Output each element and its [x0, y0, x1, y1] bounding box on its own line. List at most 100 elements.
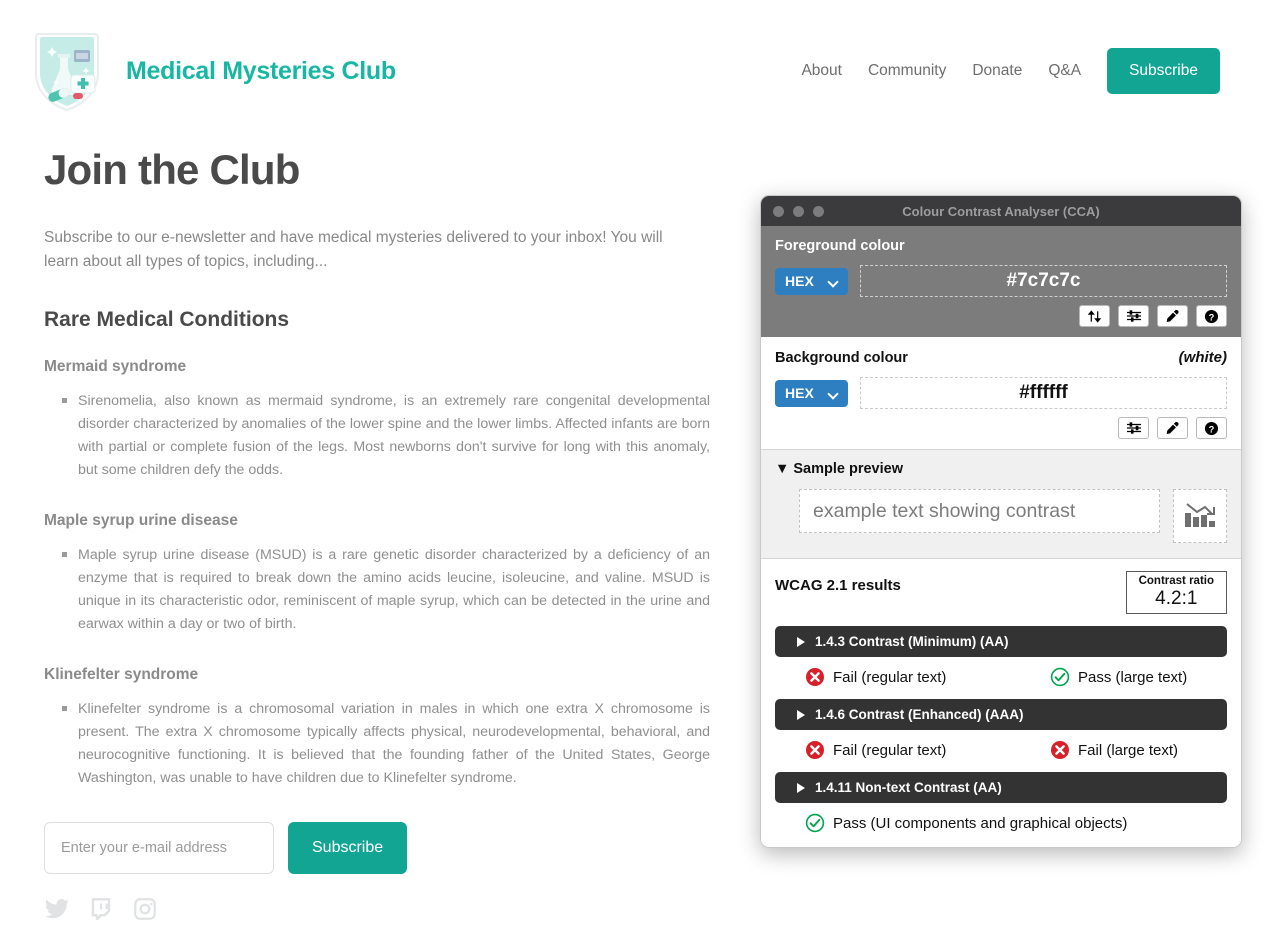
condition-list: Sirenomelia, also known as mermaid syndr… — [44, 390, 710, 482]
criterion-1-4-3-header[interactable]: 1.4.3 Contrast (Minimum) (AA) — [775, 626, 1227, 658]
criterion-label: 1.4.6 Contrast (Enhanced) (AAA) — [815, 707, 1024, 723]
sample-preview-disclosure[interactable]: ▼ Sample preview — [775, 461, 1227, 477]
main-content: Join the Club Subscribe to our e-newslet… — [44, 146, 710, 927]
nav-link-qa[interactable]: Q&A — [1048, 62, 1081, 80]
social-link-twitter[interactable] — [44, 896, 70, 927]
background-color-note: (white) — [1178, 349, 1227, 366]
background-help-button[interactable]: ? — [1196, 417, 1227, 439]
form-subscribe-button[interactable]: Subscribe — [288, 822, 408, 875]
outcome-ui-components: Pass (UI components and graphical object… — [805, 813, 1127, 833]
sliders-icon — [1126, 422, 1141, 434]
fail-icon — [806, 741, 824, 760]
subscribe-form: Subscribe — [44, 822, 704, 875]
eyedropper-icon — [1166, 421, 1179, 434]
background-eyedropper-button[interactable] — [1157, 417, 1188, 439]
triangle-right-icon — [797, 636, 805, 647]
wcag-results-section: WCAG 2.1 results Contrast ratio 4.2:1 1.… — [761, 559, 1241, 848]
list-item: Klinefelter syndrome is a chromosomal va… — [62, 698, 710, 790]
background-button-row: ? — [775, 417, 1227, 439]
header-subscribe-button[interactable]: Subscribe — [1107, 48, 1220, 94]
criterion-1-4-6-outcomes: Fail (regular text) Fail (large text) — [775, 740, 1227, 760]
background-sliders-button[interactable] — [1118, 417, 1149, 439]
nav-link-donate[interactable]: Donate — [972, 62, 1022, 80]
main-nav: About Community Donate Q&A Subscribe — [801, 48, 1230, 94]
condition-title: Maple syrup urine disease — [44, 512, 238, 530]
email-field[interactable] — [44, 822, 274, 875]
fail-icon — [806, 668, 824, 687]
foreground-sliders-button[interactable] — [1118, 305, 1149, 327]
swap-colours-button[interactable] — [1079, 305, 1110, 327]
outcome-label: Fail (regular text) — [833, 741, 947, 759]
nav-link-about[interactable]: About — [801, 62, 842, 80]
window-controls — [773, 205, 824, 217]
foreground-color-value[interactable]: #7c7c7c — [860, 265, 1227, 297]
sample-preview-label: Sample preview — [793, 461, 903, 477]
outcome-label: Fail (regular text) — [833, 668, 947, 686]
condition-list: Maple syrup urine disease (MSUD) is a ra… — [44, 544, 710, 636]
background-format-select-wrap: HEX — [775, 379, 848, 407]
cca-titlebar[interactable]: Colour Contrast Analyser (CCA) — [761, 196, 1241, 226]
outcome-label: Pass (large text) — [1078, 668, 1188, 686]
sliders-icon — [1126, 310, 1141, 322]
background-section: Background colour (white) HEX #ffffff ? — [761, 337, 1241, 449]
sample-preview-text: example text showing contrast — [799, 489, 1160, 533]
twitch-icon — [91, 898, 111, 920]
wcag-results-title: WCAG 2.1 results — [775, 577, 901, 594]
condition-list: Klinefelter syndrome is a chromosomal va… — [44, 698, 710, 790]
outcome-label: Pass (UI components and graphical object… — [833, 814, 1128, 832]
social-link-twitch[interactable] — [88, 896, 114, 927]
foreground-label: Foreground colour — [775, 238, 905, 254]
criterion-1-4-3-outcomes: Fail (regular text) Pass (large text) — [775, 667, 1227, 687]
outcome-large-text: Fail (large text) — [1050, 740, 1178, 760]
criterion-1-4-11-header[interactable]: 1.4.11 Non-text Contrast (AA) — [775, 772, 1227, 804]
sample-preview-section: ▼ Sample preview example text showing co… — [761, 449, 1241, 559]
eyedropper-icon — [1166, 309, 1179, 322]
site-header: Medical Mysteries Club About Community D… — [0, 0, 1275, 120]
close-window-button[interactable] — [773, 205, 784, 217]
foreground-format-select[interactable]: HEX — [775, 267, 848, 295]
section-title: Rare Medical Conditions — [44, 308, 290, 332]
medical-shield-logo-icon — [35, 33, 99, 112]
cca-window: Colour Contrast Analyser (CCA) Foregroun… — [760, 195, 1242, 849]
outcome-regular-text: Fail (regular text) — [805, 667, 1050, 687]
triangle-down-icon: ▼ — [775, 461, 790, 477]
outcome-large-text: Pass (large text) — [1050, 667, 1187, 687]
foreground-button-row: ? — [775, 305, 1227, 327]
list-item: Maple syrup urine disease (MSUD) is a ra… — [62, 544, 710, 636]
declining-bar-chart-icon — [1185, 503, 1215, 527]
criterion-label: 1.4.3 Contrast (Minimum) (AA) — [815, 634, 1009, 650]
contrast-ratio-label: Contrast ratio — [1138, 575, 1214, 587]
background-format-select[interactable]: HEX — [775, 379, 848, 407]
outcome-regular-text: Fail (regular text) — [805, 740, 1050, 760]
background-color-value[interactable]: #ffffff — [860, 377, 1227, 409]
criterion-label: 1.4.11 Non-text Contrast (AA) — [815, 780, 1002, 796]
foreground-eyedropper-button[interactable] — [1157, 305, 1188, 327]
foreground-section: Foreground colour HEX #7c7c7c ? — [761, 226, 1241, 337]
background-label: Background colour — [775, 350, 908, 366]
triangle-right-icon — [797, 782, 805, 793]
svg-text:?: ? — [1209, 424, 1215, 434]
foreground-help-button[interactable]: ? — [1196, 305, 1227, 327]
social-link-instagram[interactable] — [132, 896, 158, 927]
swap-arrows-icon — [1087, 309, 1102, 323]
twitter-icon — [45, 899, 69, 919]
social-links — [44, 896, 704, 927]
outcome-label: Fail (large text) — [1078, 741, 1179, 759]
condition-title: Klinefelter syndrome — [44, 666, 199, 684]
nav-link-community[interactable]: Community — [868, 62, 946, 80]
pass-icon — [1050, 668, 1070, 687]
sample-preview-image — [1173, 489, 1227, 543]
page-title: Join the Club — [44, 146, 300, 193]
brand[interactable]: Medical Mysteries Club — [30, 27, 396, 115]
cca-window-title: Colour Contrast Analyser (CCA) — [902, 203, 1100, 219]
instagram-icon — [134, 898, 156, 920]
help-icon: ? — [1204, 421, 1219, 435]
minimize-window-button[interactable] — [793, 205, 804, 217]
contrast-ratio-value: 4.2:1 — [1155, 588, 1198, 610]
fail-icon — [1051, 741, 1069, 760]
criterion-1-4-6-header[interactable]: 1.4.6 Contrast (Enhanced) (AAA) — [775, 699, 1227, 731]
svg-text:?: ? — [1209, 312, 1215, 322]
help-icon: ? — [1204, 309, 1219, 323]
maximize-window-button[interactable] — [813, 205, 824, 217]
brand-name: Medical Mysteries Club — [126, 56, 396, 85]
